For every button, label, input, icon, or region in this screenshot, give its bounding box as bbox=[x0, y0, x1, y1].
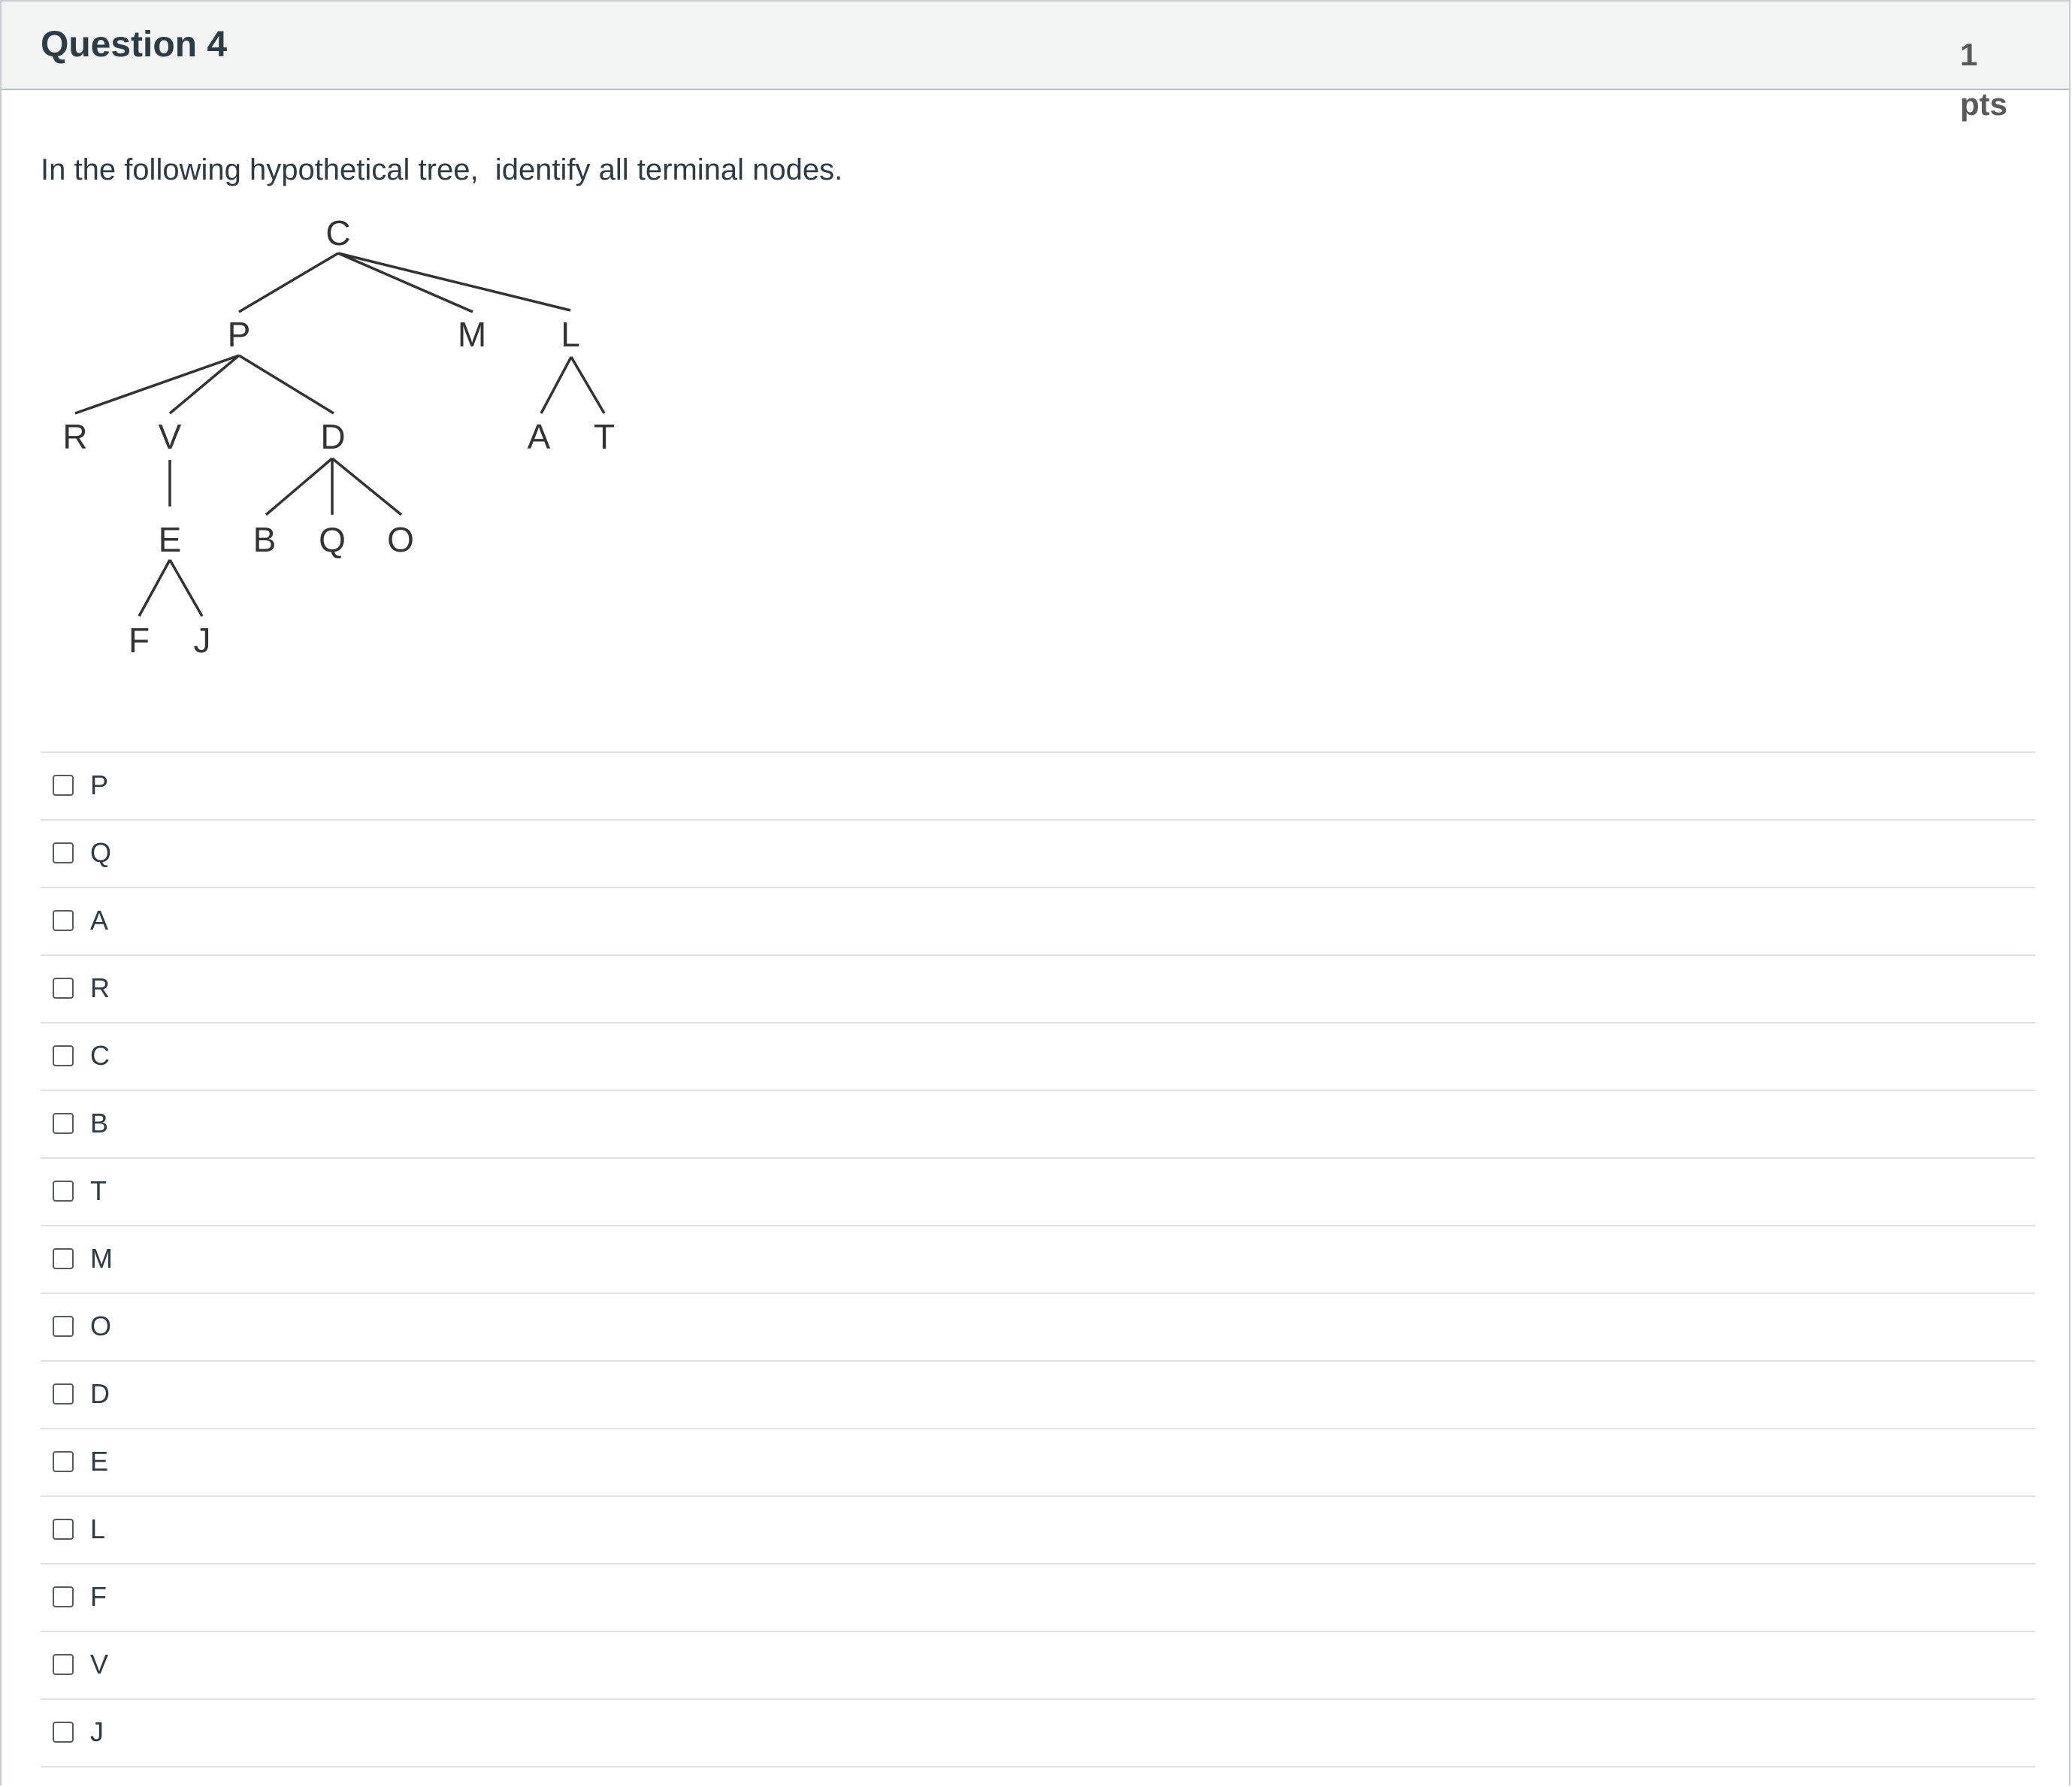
answer-label: P bbox=[90, 770, 109, 800]
answer-label: R bbox=[90, 972, 110, 1003]
tree-node-o: O bbox=[387, 520, 414, 559]
answer-checkbox[interactable] bbox=[53, 1722, 74, 1743]
answer-option[interactable]: M bbox=[41, 1226, 2035, 1294]
points-unit: pts bbox=[1960, 86, 2007, 122]
answer-list: P Q A R C B T M O D E L F V J bbox=[41, 751, 2035, 1767]
answer-option[interactable]: D bbox=[41, 1362, 2035, 1429]
answer-label: J bbox=[90, 1716, 104, 1747]
answer-checkbox[interactable] bbox=[53, 1316, 74, 1337]
answer-label: E bbox=[90, 1446, 109, 1477]
answer-option[interactable]: E bbox=[41, 1429, 2035, 1497]
answer-label: V bbox=[90, 1649, 109, 1680]
answer-option[interactable]: C bbox=[41, 1024, 2035, 1091]
answer-option[interactable]: O bbox=[41, 1294, 2035, 1362]
edge-c-l bbox=[337, 252, 571, 312]
answer-label: L bbox=[90, 1513, 106, 1544]
answer-label: A bbox=[90, 905, 109, 936]
answer-checkbox[interactable] bbox=[53, 775, 74, 796]
points-value: 1 bbox=[1960, 37, 1978, 72]
tree-node-c: C bbox=[325, 213, 350, 252]
edge-p-d bbox=[238, 354, 334, 415]
tree-node-r: R bbox=[62, 417, 87, 456]
edge-l-t bbox=[570, 356, 606, 414]
edge-d-b bbox=[265, 457, 334, 516]
answer-option[interactable]: F bbox=[41, 1565, 2035, 1632]
answer-option[interactable]: Q bbox=[41, 821, 2035, 888]
answer-checkbox[interactable] bbox=[53, 842, 74, 863]
edge-c-p bbox=[238, 252, 339, 313]
answer-option[interactable]: L bbox=[41, 1497, 2035, 1565]
answer-option[interactable]: A bbox=[41, 888, 2035, 956]
answer-checkbox[interactable] bbox=[53, 1045, 74, 1066]
answer-checkbox[interactable] bbox=[53, 910, 74, 931]
answer-checkbox[interactable] bbox=[53, 1181, 74, 1202]
answer-checkbox[interactable] bbox=[53, 1383, 74, 1405]
answer-label: D bbox=[90, 1378, 110, 1409]
answer-option[interactable]: R bbox=[41, 956, 2035, 1024]
tree-node-b: B bbox=[253, 520, 277, 559]
tree-node-e: E bbox=[159, 520, 182, 559]
question-prompt: In the following hypothetical tree, iden… bbox=[41, 153, 843, 186]
edge-e-j bbox=[168, 559, 204, 617]
question-points: 1 pts bbox=[1960, 30, 2043, 129]
answer-checkbox[interactable] bbox=[53, 1451, 74, 1472]
edge-p-r bbox=[74, 354, 240, 415]
tree-node-j: J bbox=[194, 621, 211, 660]
answer-checkbox[interactable] bbox=[53, 978, 74, 999]
answer-option[interactable]: B bbox=[41, 1091, 2035, 1159]
answer-label: F bbox=[90, 1581, 107, 1612]
question-card: Question 4 1 pts In the following hypoth… bbox=[0, 0, 2070, 1785]
tree-node-m: M bbox=[458, 315, 486, 354]
tree-diagram: C P M L R V D A T E B Q O F J bbox=[62, 213, 615, 660]
answer-label: B bbox=[90, 1108, 109, 1138]
edge-l-a bbox=[540, 356, 573, 414]
edge-p-v bbox=[168, 354, 240, 415]
tree-node-l: L bbox=[561, 315, 580, 354]
edge-d-o bbox=[331, 457, 403, 516]
answer-label: Q bbox=[90, 837, 112, 868]
answer-checkbox[interactable] bbox=[53, 1248, 74, 1269]
edge-e-f bbox=[138, 559, 171, 617]
answer-checkbox[interactable] bbox=[53, 1113, 74, 1134]
answer-label: C bbox=[90, 1040, 110, 1071]
answer-label: M bbox=[90, 1243, 113, 1274]
tree-node-d: D bbox=[320, 417, 345, 456]
answer-label: O bbox=[90, 1311, 112, 1341]
answer-checkbox[interactable] bbox=[53, 1519, 74, 1540]
answer-checkbox[interactable] bbox=[53, 1654, 74, 1675]
tree-node-t: T bbox=[594, 417, 615, 456]
answer-option[interactable]: P bbox=[41, 753, 2035, 821]
answer-label: T bbox=[90, 1175, 107, 1206]
answer-option[interactable]: V bbox=[41, 1632, 2035, 1700]
answer-option[interactable]: T bbox=[41, 1159, 2035, 1226]
question-header: Question 4 1 pts bbox=[2, 2, 2069, 122]
tree-node-p: P bbox=[228, 315, 251, 354]
tree-node-a: A bbox=[528, 417, 551, 456]
tree-node-v: V bbox=[159, 417, 182, 456]
tree-node-q: Q bbox=[319, 520, 346, 559]
answer-option[interactable]: J bbox=[41, 1700, 2035, 1767]
question-title: Question 4 bbox=[41, 25, 228, 65]
tree-node-f: F bbox=[129, 621, 150, 660]
answer-checkbox[interactable] bbox=[53, 1586, 74, 1607]
